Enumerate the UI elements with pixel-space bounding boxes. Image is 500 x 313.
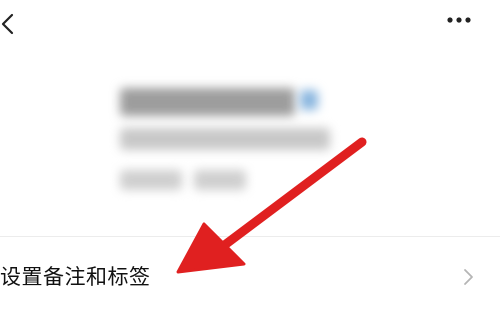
- set-remark-and-tags-label: 设置备注和标签: [0, 265, 151, 289]
- blurred-detail: [194, 170, 246, 190]
- more-horizontal-icon: [447, 17, 471, 23]
- chevron-left-icon: [1, 13, 14, 35]
- blurred-detail: [120, 170, 182, 190]
- back-button[interactable]: [0, 10, 22, 38]
- contact-profile-screen: 设置备注和标签: [0, 0, 500, 313]
- set-remark-and-tags-row[interactable]: 设置备注和标签: [0, 237, 500, 313]
- blurred-name: [120, 88, 295, 116]
- more-button[interactable]: [440, 8, 480, 32]
- verified-badge-icon: [300, 90, 318, 110]
- profile-info-blurred: [110, 78, 370, 198]
- blurred-account-id: [120, 128, 330, 150]
- chevron-right-icon: [464, 269, 473, 285]
